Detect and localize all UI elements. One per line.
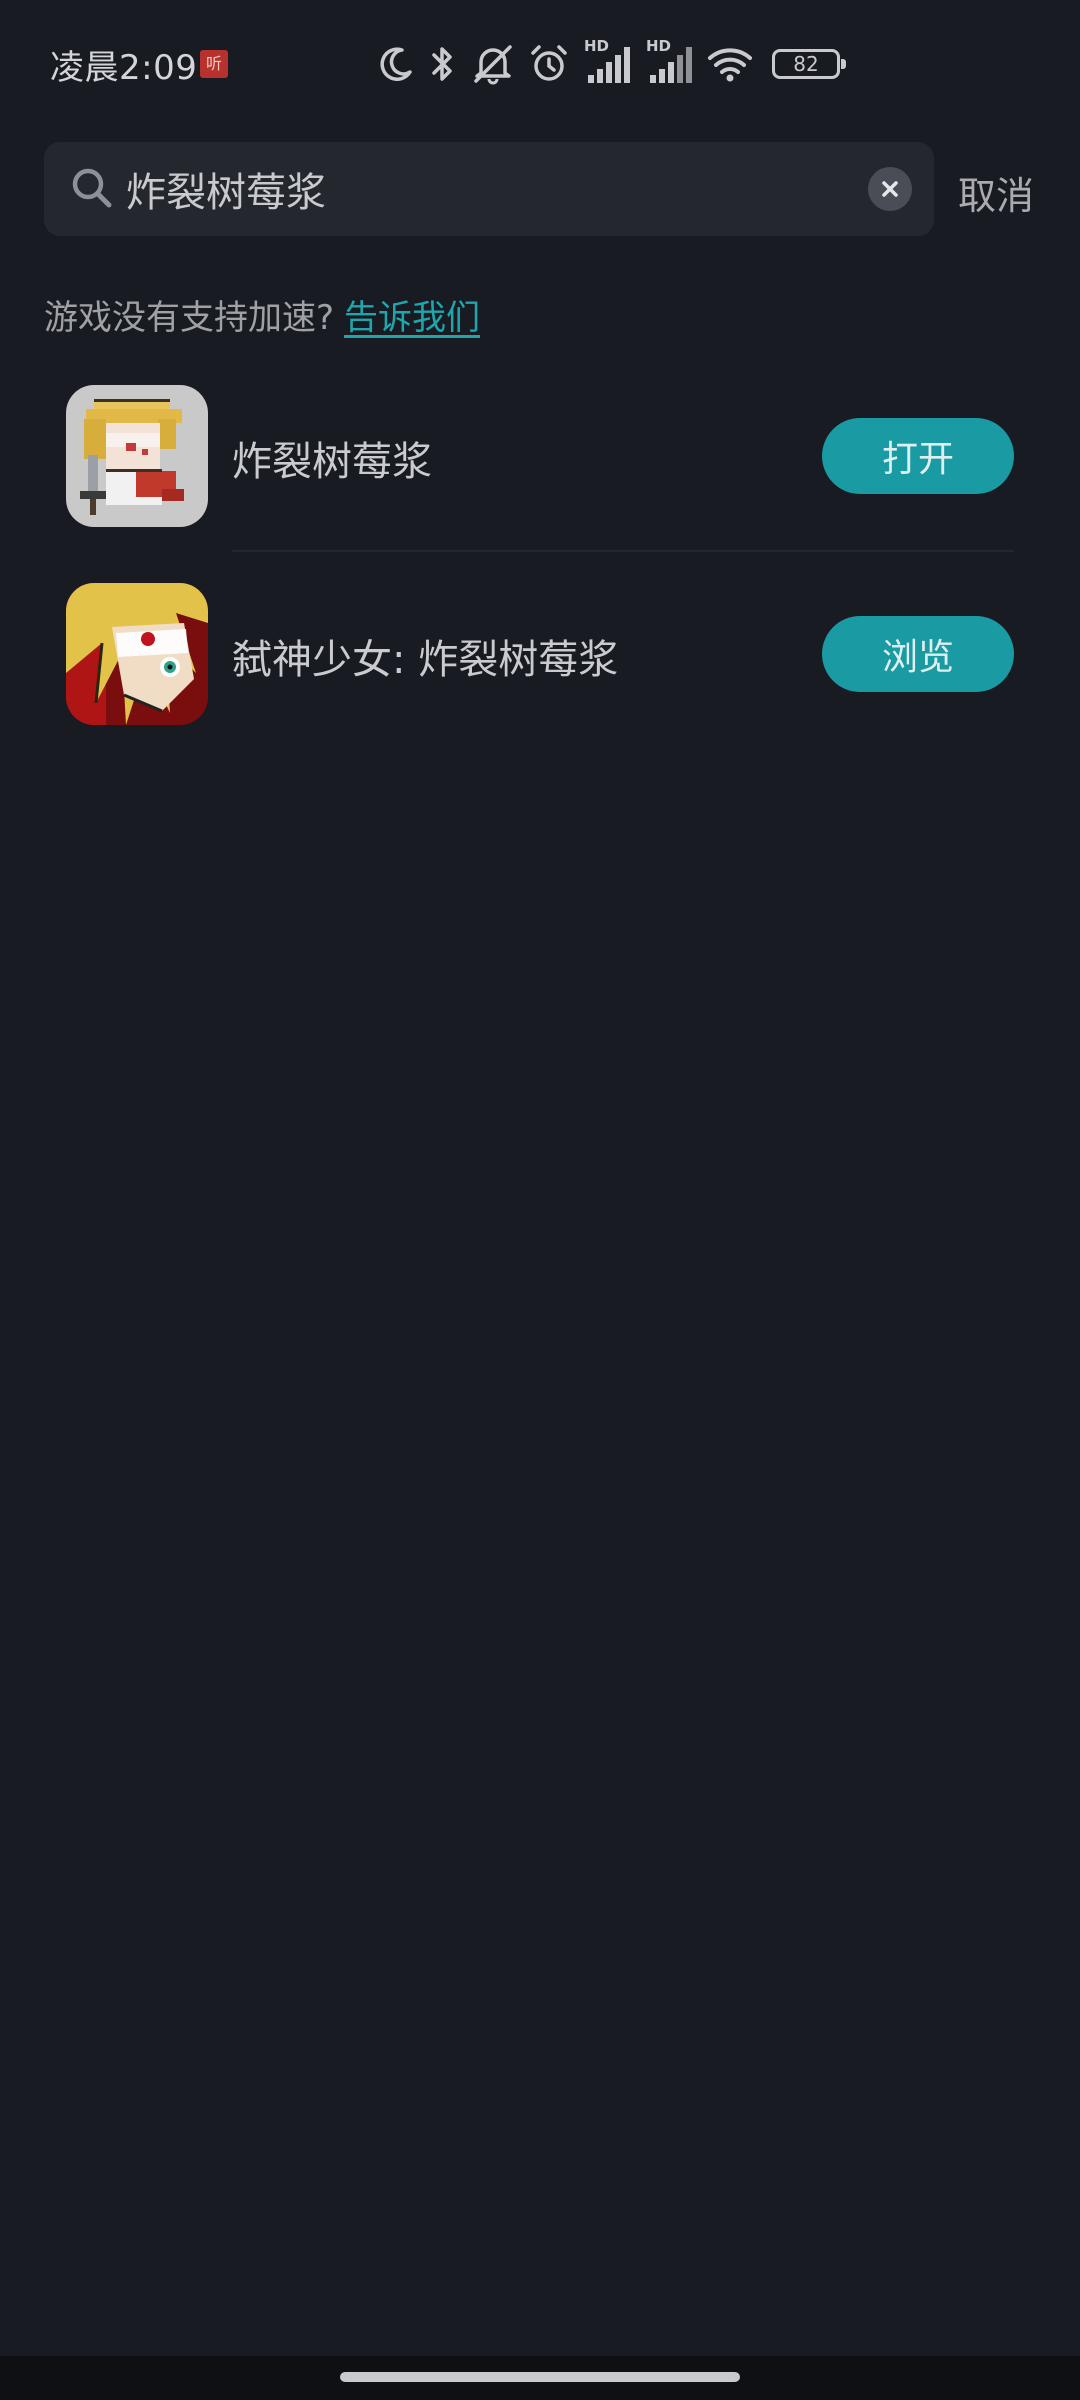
- battery-level: 82: [793, 52, 819, 76]
- list-item[interactable]: 弑神少女: 炸裂树莓浆 浏览: [0, 583, 1080, 781]
- alarm-icon: [528, 43, 570, 85]
- tell-us-link[interactable]: 告诉我们: [344, 298, 480, 338]
- close-icon: [882, 181, 898, 197]
- signal-icon: HD: [582, 37, 632, 85]
- status-icons: HD HD 82: [376, 37, 846, 90]
- search-icon: [68, 164, 116, 216]
- unsupported-game-hint: 游戏没有支持加速? 告诉我们: [44, 290, 480, 339]
- bluetooth-icon: [428, 43, 458, 85]
- hd-label: HD: [584, 37, 610, 55]
- battery-icon: 82: [772, 49, 846, 79]
- search-input[interactable]: [126, 142, 866, 236]
- signal-icon: HD: [644, 37, 694, 85]
- navigation-bar: [0, 2356, 1080, 2400]
- cancel-button[interactable]: 取消: [958, 165, 1034, 220]
- open-button[interactable]: 打开: [822, 418, 1014, 494]
- result-title: 炸裂树莓浆: [232, 439, 432, 485]
- notification-badge: 听: [200, 50, 228, 78]
- result-title: 弑神少女: 炸裂树莓浆: [232, 637, 619, 683]
- status-bar: 凌晨2:09 听 HD HD 82: [0, 0, 1080, 128]
- hd-label: HD: [646, 37, 672, 55]
- browse-button[interactable]: 浏览: [822, 616, 1014, 692]
- hint-text: 游戏没有支持加速?: [44, 298, 335, 338]
- status-time: 凌晨2:09: [50, 48, 198, 88]
- game-icon-pixel-girl: [66, 385, 208, 527]
- list-item[interactable]: 炸裂树莓浆 打开: [0, 385, 1080, 583]
- game-icon-anime-girl: [66, 583, 208, 725]
- home-indicator[interactable]: [340, 2372, 740, 2382]
- moon-icon: [376, 44, 416, 84]
- clear-search-button[interactable]: [868, 167, 912, 211]
- divider: [232, 550, 1014, 552]
- search-box[interactable]: [44, 142, 934, 236]
- wifi-icon: [706, 44, 754, 84]
- mute-icon: [470, 43, 516, 85]
